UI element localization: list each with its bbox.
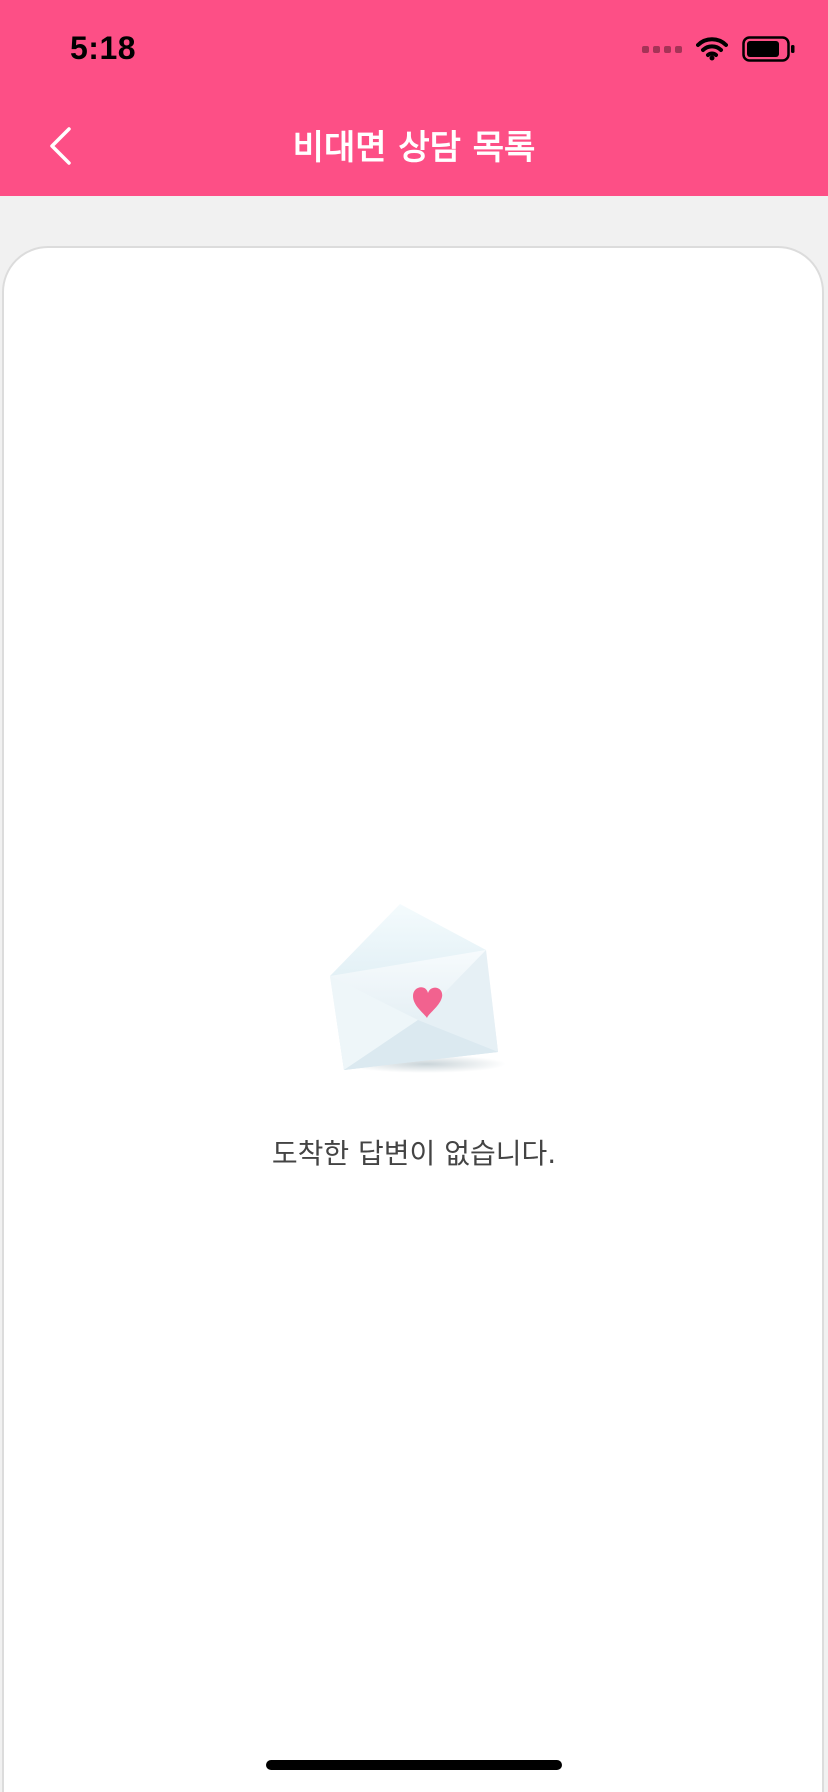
wifi-icon: [696, 37, 728, 61]
header: 5:18 비대면 상담 목록: [0, 0, 828, 196]
page-title: 비대면 상담 목록: [292, 128, 536, 168]
status-time: 5:18: [70, 30, 137, 66]
open-envelope-heart-icon: [330, 904, 506, 1073]
home-indicator: [266, 1760, 562, 1770]
screen: 5:18 비대면 상담 목록 도착한 답변이 없습니다.: [0, 0, 828, 1792]
status-icons: [642, 36, 796, 62]
battery-icon: [742, 36, 795, 62]
empty-state-message: 도착한 답변이 없습니다.: [271, 1137, 557, 1170]
signal-dots-icon: [642, 45, 682, 53]
